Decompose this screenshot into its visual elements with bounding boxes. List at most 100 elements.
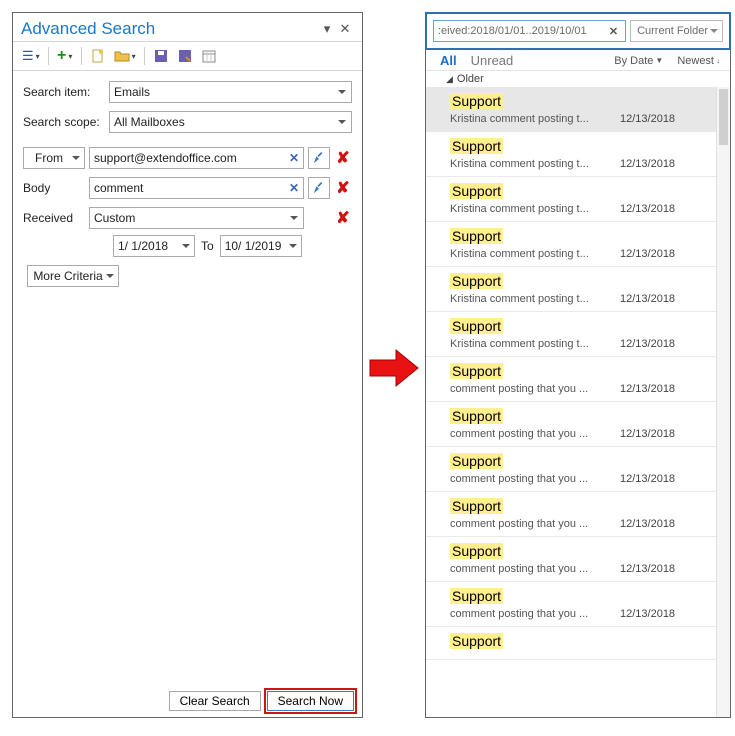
message-item[interactable]: Support Kristina comment posting t...12/1… [426,177,716,222]
search-now-button[interactable]: Search Now [267,691,354,711]
pick-from-icon[interactable] [308,147,330,169]
message-from: Support [450,318,503,334]
tab-all[interactable]: All [440,53,457,68]
clear-body-icon[interactable]: ✕ [289,181,299,195]
message-item[interactable]: SupportKristina comment posting t...12/1… [426,222,716,267]
from-input[interactable]: support@extendoffice.com ✕ [89,147,304,169]
message-from: Support [450,183,503,199]
from-field-button[interactable]: From [23,147,85,169]
message-date: 12/13/2018 [620,608,675,620]
message-list: SupportKristina comment posting t...12/1… [426,87,716,660]
message-item[interactable]: Support comment posting that you ...12/13… [426,582,716,627]
message-date: 12/13/2018 [620,158,675,170]
message-from: Support [450,228,503,244]
message-from: Support [450,498,503,514]
message-date: 12/13/2018 [620,473,675,485]
message-from: Support [450,543,503,559]
arrow-icon [368,346,420,395]
message-date: 12/13/2018 [620,428,675,440]
clear-search-button[interactable]: Clear Search [169,691,261,711]
list-menu-button[interactable]: ☰▾ [19,45,43,67]
message-date: 12/13/2018 [620,293,675,305]
message-subject: Kristina comment posting t... [450,158,620,170]
collapse-icon: ◢ [446,74,453,85]
results-panel: :eived:2018/01/01..2019/10/01 ✕ Current … [425,12,731,718]
sort-by-button[interactable]: By Date▼ [614,55,663,67]
new-file-icon[interactable] [87,45,109,67]
message-subject: comment posting that you ... [450,428,620,440]
message-item[interactable]: Support Kristina comment posting t...12/1… [426,267,716,312]
advanced-search-panel: Advanced Search ▾ ✕ ☰▾ +▾ ▾ Search item:… [12,12,363,718]
message-date: 12/13/2018 [620,338,675,350]
search-scope-label: Search scope: [23,115,105,129]
message-subject: Kristina comment posting t... [450,338,620,350]
message-subject: comment posting that you ... [450,518,620,530]
message-from: Support [450,93,503,109]
list-header: All Unread By Date▼ Newest↓ [426,49,730,71]
message-item[interactable]: Support [426,627,716,660]
sort-order-button[interactable]: Newest↓ [677,55,720,67]
message-date: 12/13/2018 [620,518,675,530]
toolbar: ☰▾ +▾ ▾ [13,42,362,71]
message-subject: Kristina comment posting t... [450,203,620,215]
message-from: Support [450,588,503,604]
search-scope-combo[interactable]: All Mailboxes [109,111,352,133]
message-subject: comment posting that you ... [450,473,620,485]
add-button[interactable]: +▾ [54,45,76,67]
message-subject: Kristina comment posting t... [450,248,620,260]
message-date: 12/13/2018 [620,563,675,575]
message-from: Support [450,633,503,649]
search-item-label: Search item: [23,85,105,99]
message-from: Support [450,273,503,289]
message-date: 12/13/2018 [620,113,675,125]
calendar-icon[interactable] [198,45,220,67]
message-item[interactable]: Support Kristina comment posting t...12/1… [426,87,716,132]
remove-body-icon[interactable]: ✘ [334,178,352,198]
message-subject: comment posting that you ... [450,608,620,620]
message-item[interactable]: Support comment posting that you ...12/13… [426,537,716,582]
message-date: 12/13/2018 [620,203,675,215]
message-item[interactable]: Support comment posting that you ...12/13… [426,357,716,402]
message-subject: Kristina comment posting t... [450,293,620,305]
received-combo[interactable]: Custom [89,207,304,229]
message-item[interactable]: Support Kristina comment posting t...12/1… [426,312,716,357]
message-subject: Kristina comment posting t... [450,113,620,125]
date-to-input[interactable]: 10/ 1/2019 [220,235,302,257]
search-item-combo[interactable]: Emails [109,81,352,103]
more-criteria-button[interactable]: More Criteria [27,265,119,287]
save-icon[interactable] [150,45,172,67]
open-folder-button[interactable]: ▾ [111,45,139,67]
form-area: Search item: Emails Search scope: All Ma… [13,71,362,291]
search-query-box[interactable]: :eived:2018/01/01..2019/10/01 ✕ [433,20,626,42]
message-from: Support [450,138,503,154]
scrollbar-thumb[interactable] [719,89,728,145]
message-item[interactable]: Support Kristina comment posting t...12/1… [426,132,716,177]
panel-title: Advanced Search [21,19,155,39]
body-label: Body [23,181,85,195]
clear-from-icon[interactable]: ✕ [289,151,299,165]
group-older[interactable]: ◢ Older [426,71,730,87]
message-from: Support [450,363,503,379]
remove-received-icon[interactable]: ✘ [334,208,352,228]
save-as-icon[interactable] [174,45,196,67]
message-item[interactable]: Support comment posting that you ...12/13… [426,492,716,537]
pick-body-icon[interactable] [308,177,330,199]
message-subject: comment posting that you ... [450,563,620,575]
clear-search-icon[interactable]: ✕ [606,25,621,38]
message-date: 12/13/2018 [620,383,675,395]
remove-from-icon[interactable]: ✘ [334,148,352,168]
message-from: Support [450,408,503,424]
message-item[interactable]: Support comment posting that you ...12/13… [426,402,716,447]
close-icon[interactable]: ✕ [336,20,354,38]
scrollbar[interactable] [716,87,730,717]
titlebar: Advanced Search ▾ ✕ [13,13,362,42]
to-label: To [201,239,214,253]
message-from: Support [450,453,503,469]
body-input[interactable]: comment ✕ [89,177,304,199]
menu-down-icon[interactable]: ▾ [318,20,336,38]
tab-unread[interactable]: Unread [471,53,514,68]
message-subject: comment posting that you ... [450,383,620,395]
search-scope-folder-button[interactable]: Current Folder [630,20,723,42]
message-item[interactable]: Support comment posting that you ...12/13… [426,447,716,492]
date-from-input[interactable]: 1/ 1/2018 [113,235,195,257]
